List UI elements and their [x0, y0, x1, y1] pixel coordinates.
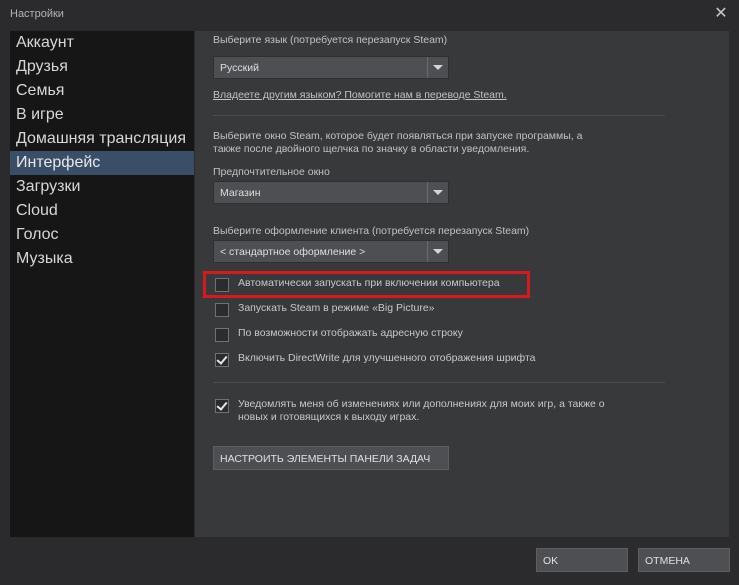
directwrite-checkbox[interactable]: [215, 353, 229, 367]
divider: [213, 382, 665, 383]
sidebar-item-in-game[interactable]: В игре: [10, 103, 194, 127]
language-label: Выберите язык (потребуется перезапуск St…: [213, 34, 448, 46]
sidebar-item-music[interactable]: Музыка: [10, 247, 194, 271]
cancel-button[interactable]: ОТМЕНА: [638, 548, 730, 572]
notify-label: Уведомлять меня об изменениях или дополн…: [238, 398, 605, 424]
chevron-down-icon: [427, 182, 448, 203]
language-select-value: Русский: [220, 62, 259, 74]
sidebar-item-account[interactable]: Аккаунт: [10, 31, 194, 55]
sidebar-item-interface[interactable]: Интерфейс: [10, 151, 194, 175]
address-bar-checkbox[interactable]: [215, 328, 229, 342]
skin-value: < стандартное оформление >: [220, 246, 366, 258]
preferred-window-label: Предпочтительное окно: [213, 166, 330, 178]
sidebar-item-home-streaming[interactable]: Домашняя трансляция: [10, 127, 194, 151]
divider: [213, 115, 665, 116]
sidebar-item-cloud[interactable]: Cloud: [10, 199, 194, 223]
startup-window-description-line2: также после двойного щелчка по значку в …: [213, 143, 530, 155]
ok-button[interactable]: OK: [536, 548, 628, 572]
chevron-down-icon: [427, 57, 448, 78]
skin-label: Выберите оформление клиента (потребуется…: [213, 225, 530, 237]
ok-button-label: OK: [543, 555, 559, 567]
settings-sidebar: Аккаунт Друзья Семья В игре Домашняя тра…: [10, 31, 194, 537]
taskbar-settings-button[interactable]: НАСТРОИТЬ ЭЛЕМЕНТЫ ПАНЕЛИ ЗАДАЧ: [213, 446, 449, 470]
skin-select[interactable]: < стандартное оформление >: [213, 240, 449, 263]
taskbar-settings-button-label: НАСТРОИТЬ ЭЛЕМЕНТЫ ПАНЕЛИ ЗАДАЧ: [220, 453, 431, 465]
sidebar-item-downloads[interactable]: Загрузки: [10, 175, 194, 199]
big-picture-checkbox[interactable]: [215, 303, 229, 317]
startup-window-description: Выберите окно Steam, которое будет появл…: [213, 130, 582, 156]
big-picture-label: Запускать Steam в режиме «Big Picture»: [238, 302, 435, 314]
close-icon[interactable]: ✕: [711, 4, 731, 24]
address-bar-label: По возможности отображать адресную строк…: [238, 327, 463, 339]
window-title: Настройки: [10, 8, 64, 20]
autostart-label: Автоматически запускать при включении ко…: [238, 277, 500, 289]
title-bar: Настройки ✕: [0, 0, 739, 30]
notify-label-line1: Уведомлять меня об изменениях или дополн…: [238, 398, 605, 410]
notify-label-line2: новых и готовящихся к выходу играх.: [238, 411, 420, 423]
language-select[interactable]: Русский: [213, 56, 449, 79]
sidebar-item-voice[interactable]: Голос: [10, 223, 194, 247]
interface-settings-panel: Выберите язык (потребуется перезапуск St…: [195, 31, 729, 537]
notify-checkbox[interactable]: [215, 399, 229, 413]
preferred-window-value: Магазин: [220, 187, 261, 199]
startup-window-description-line1: Выберите окно Steam, которое будет появл…: [213, 130, 583, 142]
translate-link[interactable]: Владеете другим языком? Помогите нам в п…: [213, 89, 507, 101]
preferred-window-select[interactable]: Магазин: [213, 181, 449, 204]
autostart-checkbox[interactable]: [215, 278, 229, 292]
sidebar-item-friends[interactable]: Друзья: [10, 55, 194, 79]
chevron-down-icon: [427, 241, 448, 262]
directwrite-label: Включить DirectWrite для улучшенного ото…: [238, 352, 536, 364]
sidebar-item-family[interactable]: Семья: [10, 79, 194, 103]
cancel-button-label: ОТМЕНА: [645, 555, 690, 567]
